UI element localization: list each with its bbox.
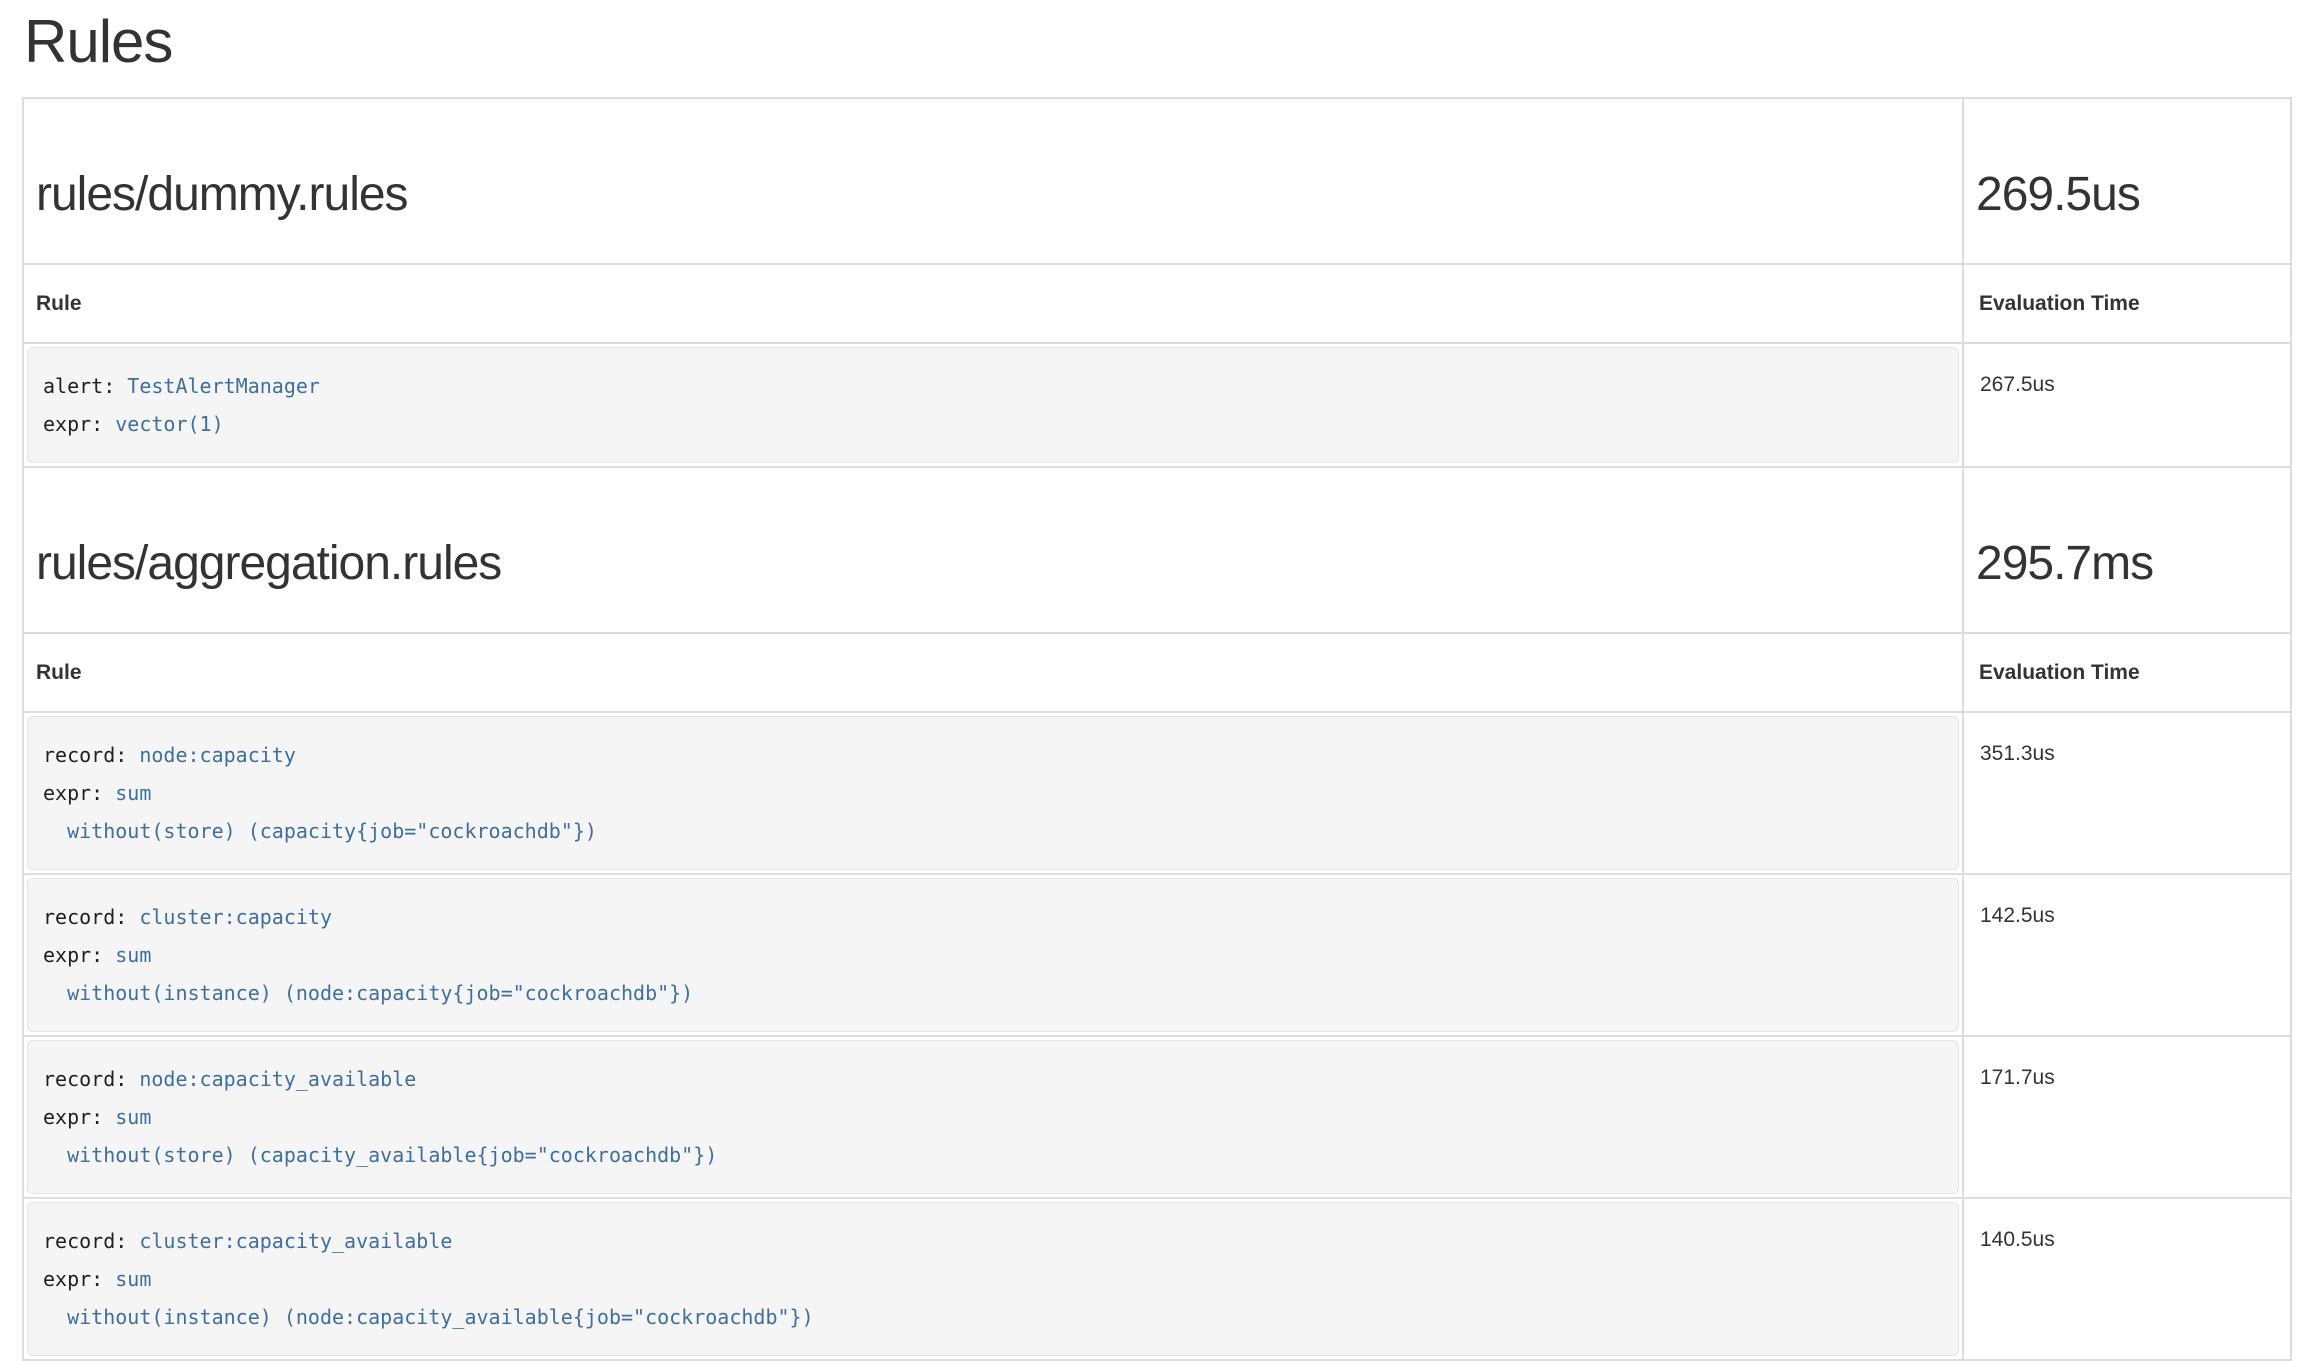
- rule-expression-link[interactable]: sum: [115, 943, 151, 967]
- rule-code-key: expr:: [43, 412, 115, 436]
- rule-row: alert: TestAlertManagerexpr: vector(1)26…: [23, 343, 2291, 467]
- rule-expression-link[interactable]: sum: [115, 1267, 151, 1291]
- rule-code-block: record: node:capacityexpr: sum without(s…: [27, 716, 1959, 870]
- rule-code-key: alert:: [43, 374, 127, 398]
- rule-row: record: node:capacity_availableexpr: sum…: [23, 1036, 2291, 1198]
- rule-code-line: expr: vector(1): [43, 405, 1943, 443]
- rule-expression-link[interactable]: cluster:capacity_available: [139, 1229, 452, 1253]
- rule-group-total-evaluation-time: 295.7ms: [1976, 536, 2278, 592]
- rule-group-heading-row: rules/dummy.rules 269.5us: [23, 98, 2291, 264]
- page-title: Rules: [24, 10, 2292, 73]
- column-header-row: RuleEvaluation Time: [23, 633, 2291, 712]
- rule-row: record: node:capacityexpr: sum without(s…: [23, 712, 2291, 874]
- rule-code-key: record:: [43, 743, 139, 767]
- rule-group-total-time-cell: 269.5us: [1963, 98, 2291, 264]
- rule-code-line: without(instance) (node:capacity{job="co…: [43, 974, 1943, 1012]
- rule-code-line: without(instance) (node:capacity_availab…: [43, 1298, 1943, 1336]
- rule-code-line: record: node:capacity: [43, 736, 1943, 774]
- rule-column-header: Rule: [23, 264, 1963, 343]
- rule-group-file-cell: rules/dummy.rules: [23, 98, 1963, 264]
- rule-cell: alert: TestAlertManagerexpr: vector(1): [23, 343, 1963, 467]
- rule-expression-link[interactable]: TestAlertManager: [127, 374, 320, 398]
- rule-code-key: expr:: [43, 943, 115, 967]
- rule-code-block: record: cluster:capacity_availableexpr: …: [27, 1202, 1959, 1356]
- rule-cell: record: cluster:capacity_availableexpr: …: [23, 1198, 1963, 1360]
- rule-code-key: record:: [43, 905, 139, 929]
- rule-cell: record: cluster:capacityexpr: sum withou…: [23, 874, 1963, 1036]
- rule-code-key: expr:: [43, 781, 115, 805]
- rule-code-line: expr: sum: [43, 774, 1943, 812]
- rule-expression-link[interactable]: without(instance) (node:capacity{job="co…: [67, 981, 693, 1005]
- rule-group-file-name: rules/dummy.rules: [36, 167, 1950, 223]
- rule-code-line: record: cluster:capacity_available: [43, 1222, 1943, 1260]
- rule-code-key: expr:: [43, 1267, 115, 1291]
- rules-table-body: rules/dummy.rules269.5usRuleEvaluation T…: [23, 98, 2291, 1360]
- rule-group-heading-row: rules/aggregation.rules 295.7ms: [23, 467, 2291, 633]
- evaluation-time-column-header: Evaluation Time: [1963, 264, 2291, 343]
- rule-group-total-time-cell: 295.7ms: [1963, 467, 2291, 633]
- rule-evaluation-time: 140.5us: [1963, 1198, 2291, 1360]
- evaluation-time-column-header: Evaluation Time: [1963, 633, 2291, 712]
- rule-expression-link[interactable]: sum: [115, 781, 151, 805]
- rule-group-file-name: rules/aggregation.rules: [36, 536, 1950, 592]
- rule-code-line: alert: TestAlertManager: [43, 367, 1943, 405]
- rule-cell: record: node:capacity_availableexpr: sum…: [23, 1036, 1963, 1198]
- rule-evaluation-time: 171.7us: [1963, 1036, 2291, 1198]
- rule-code-key: expr:: [43, 1105, 115, 1129]
- rule-code-line: without(store) (capacity{job="cockroachd…: [43, 812, 1943, 850]
- rule-code-block: alert: TestAlertManagerexpr: vector(1): [27, 347, 1959, 463]
- rule-expression-link[interactable]: node:capacity_available: [139, 1067, 416, 1091]
- rule-code-line: expr: sum: [43, 1098, 1943, 1136]
- rules-page: Rules rules/dummy.rules269.5usRuleEvalua…: [0, 0, 2316, 1361]
- rule-expression-link[interactable]: cluster:capacity: [139, 905, 332, 929]
- rule-group-total-evaluation-time: 269.5us: [1976, 167, 2278, 223]
- rule-expression-link[interactable]: without(store) (capacity{job="cockroachd…: [67, 819, 597, 843]
- rule-expression-link[interactable]: without(store) (capacity_available{job="…: [67, 1143, 717, 1167]
- rule-code-key: [43, 981, 67, 1005]
- rule-evaluation-time: 351.3us: [1963, 712, 2291, 874]
- rule-code-key: [43, 1305, 67, 1329]
- rule-code-key: record:: [43, 1229, 139, 1253]
- rules-table: rules/dummy.rules269.5usRuleEvaluation T…: [22, 97, 2292, 1361]
- rule-expression-link[interactable]: vector(1): [115, 412, 223, 436]
- rule-code-line: expr: sum: [43, 936, 1943, 974]
- rule-code-block: record: node:capacity_availableexpr: sum…: [27, 1040, 1959, 1194]
- rule-row: record: cluster:capacity_availableexpr: …: [23, 1198, 2291, 1360]
- rule-group-file-cell: rules/aggregation.rules: [23, 467, 1963, 633]
- rule-expression-link[interactable]: sum: [115, 1105, 151, 1129]
- rule-expression-link[interactable]: node:capacity: [139, 743, 296, 767]
- rule-code-key: [43, 1143, 67, 1167]
- rule-row: record: cluster:capacityexpr: sum withou…: [23, 874, 2291, 1036]
- rule-code-line: expr: sum: [43, 1260, 1943, 1298]
- rule-code-line: record: node:capacity_available: [43, 1060, 1943, 1098]
- rule-code-line: record: cluster:capacity: [43, 898, 1943, 936]
- column-header-row: RuleEvaluation Time: [23, 264, 2291, 343]
- rule-expression-link[interactable]: without(instance) (node:capacity_availab…: [67, 1305, 814, 1329]
- rule-code-key: record:: [43, 1067, 139, 1091]
- rule-cell: record: node:capacityexpr: sum without(s…: [23, 712, 1963, 874]
- rule-evaluation-time: 142.5us: [1963, 874, 2291, 1036]
- rule-column-header: Rule: [23, 633, 1963, 712]
- rule-code-line: without(store) (capacity_available{job="…: [43, 1136, 1943, 1174]
- rule-code-block: record: cluster:capacityexpr: sum withou…: [27, 878, 1959, 1032]
- rule-evaluation-time: 267.5us: [1963, 343, 2291, 467]
- rule-code-key: [43, 819, 67, 843]
